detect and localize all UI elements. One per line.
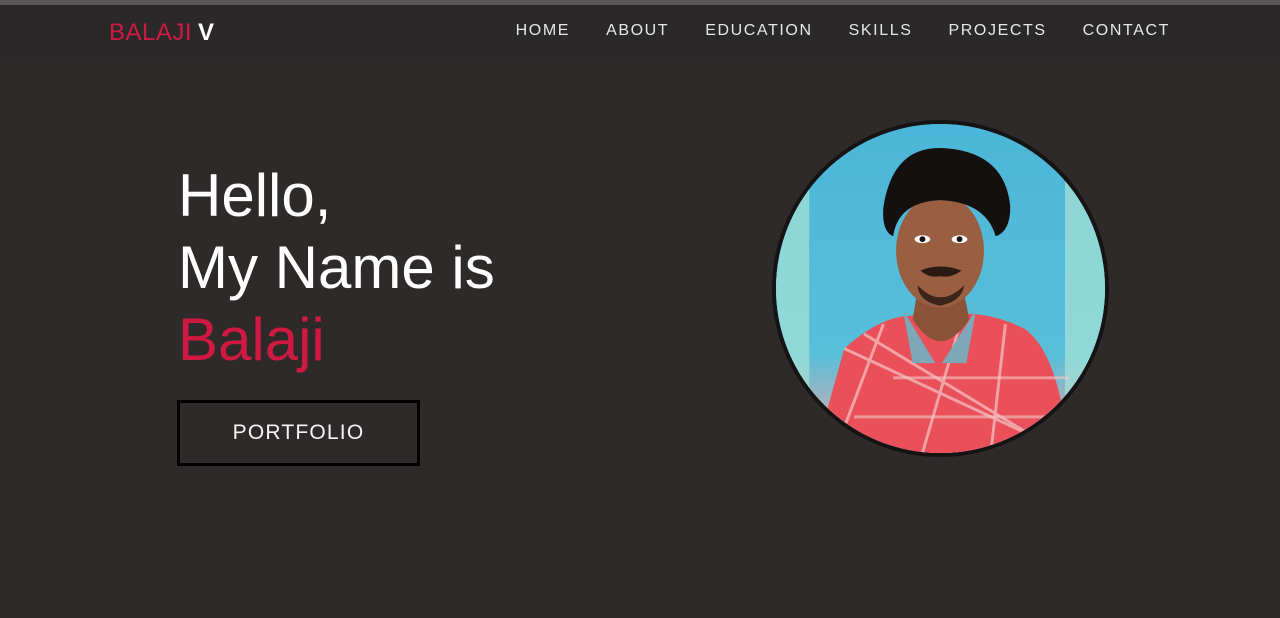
- nav-link-about[interactable]: ABOUT: [606, 22, 669, 40]
- brand-first-name: BALAJI: [109, 19, 193, 46]
- nav-link-contact[interactable]: CONTACT: [1083, 22, 1170, 40]
- nav-link-education[interactable]: EDUCATION: [705, 22, 812, 40]
- nav-link-projects[interactable]: PROJECTS: [949, 22, 1047, 40]
- hero-greeting: Hello,: [178, 162, 332, 229]
- hero-heading: Hello, My Name is Balaji: [178, 160, 495, 376]
- nav-link-skills[interactable]: SKILLS: [849, 22, 913, 40]
- brand-initial: V: [198, 19, 215, 46]
- profile-photo-illustration: [776, 124, 1105, 453]
- brand-logo[interactable]: BALAJI V: [109, 19, 215, 47]
- hero-name: Balaji: [178, 306, 325, 373]
- navbar: BALAJI V HOME ABOUT EDUCATION SKILLS PROJ…: [0, 5, 1280, 57]
- portfolio-button[interactable]: PORTFOLIO: [177, 400, 420, 466]
- main-nav: HOME ABOUT EDUCATION SKILLS PROJECTS CON…: [516, 22, 1170, 40]
- profile-photo: [772, 120, 1109, 457]
- hero-intro: My Name is: [178, 234, 495, 301]
- nav-link-home[interactable]: HOME: [516, 22, 570, 40]
